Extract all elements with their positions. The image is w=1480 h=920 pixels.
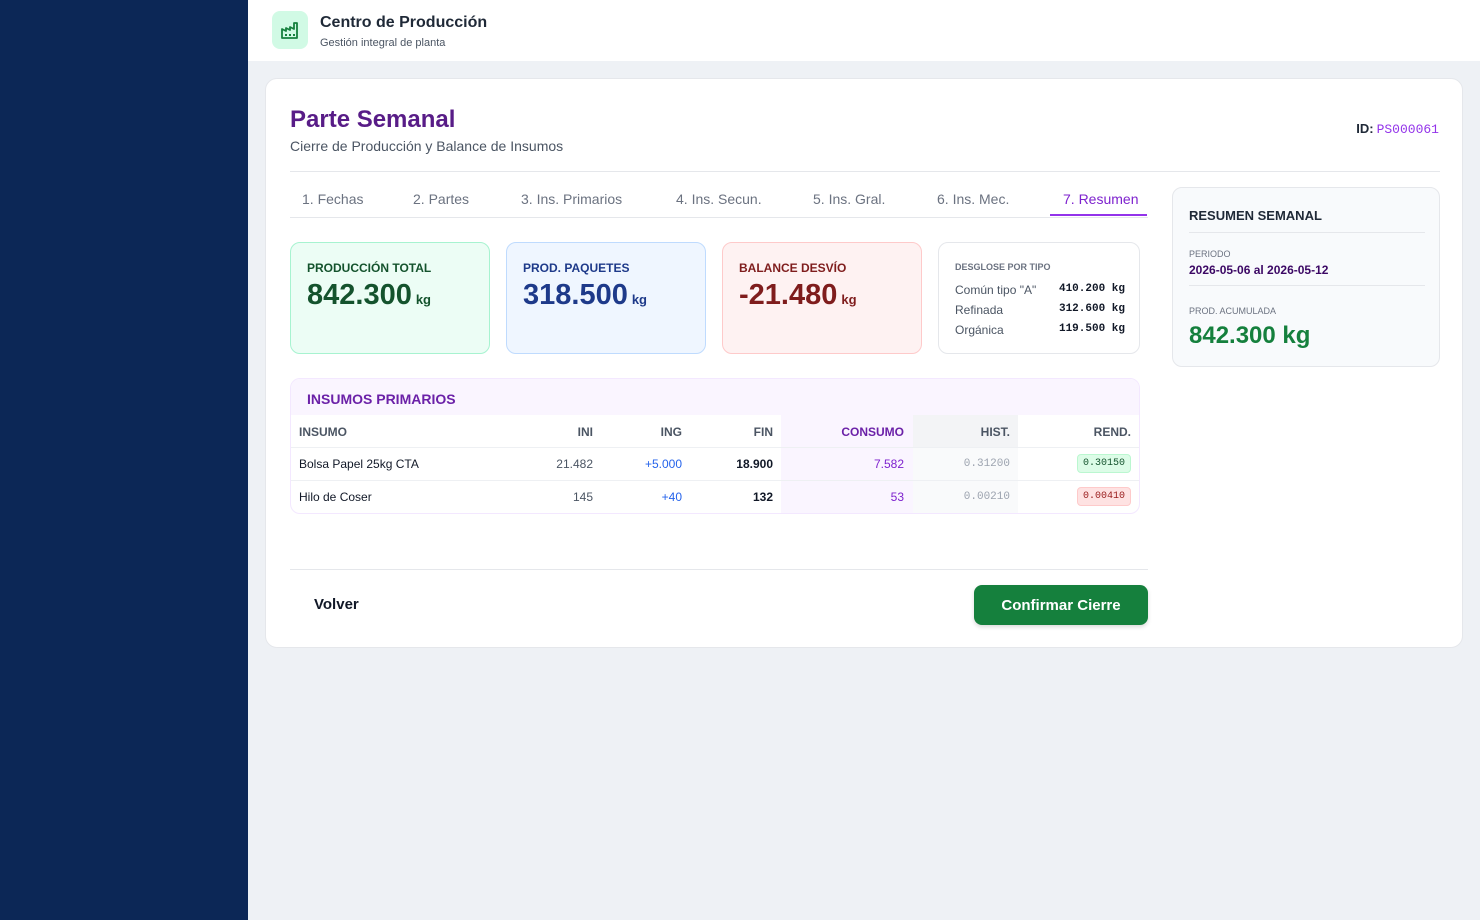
col-header-hist: HIST.: [980, 425, 1010, 439]
period-label: PERIODO: [1189, 249, 1231, 259]
document-id-label: ID:: [1356, 121, 1374, 136]
table-title: INSUMOS PRIMARIOS: [307, 391, 456, 407]
cell-ing: +40: [661, 490, 682, 504]
breakdown-row: Común tipo "A" 410.200 kg: [955, 283, 1125, 297]
tab-partes[interactable]: 2. Partes: [413, 191, 469, 207]
row-divider: [291, 480, 1139, 481]
summary-title: RESUMEN SEMANAL: [1189, 208, 1322, 223]
tab-fechas[interactable]: 1. Fechas: [302, 191, 363, 207]
header-divider: [290, 171, 1440, 172]
step-tabs: 1. Fechas 2. Partes 3. Ins. Primarios 4.…: [290, 187, 1148, 218]
top-bar: Centro de Producción Gestión integral de…: [248, 0, 1480, 61]
stat-value: 842.300 kg: [307, 279, 431, 311]
document-id-value: PS000061: [1376, 122, 1439, 137]
breakdown-row: Refinada 312.600 kg: [955, 303, 1125, 317]
cell-consumo: 7.582: [873, 457, 904, 471]
stat-label: PROD. PAQUETES: [523, 261, 630, 275]
stat-total-production: PRODUCCIÓN TOTAL 842.300 kg: [290, 242, 490, 354]
primary-inputs-table: INSUMOS PRIMARIOS INSUMO INI ING FIN CON…: [290, 378, 1140, 514]
document-id: ID: PS000061: [1356, 121, 1439, 137]
cell-hist: 0.31200: [963, 458, 1010, 470]
app-title: Centro de Producción: [320, 14, 488, 31]
cell-ini: 21.482: [556, 457, 593, 471]
breakdown-title: DESGLOSE POR TIPO: [955, 262, 1051, 272]
accumulated-value: 842.300 kg: [1189, 322, 1311, 349]
sidebar: [0, 0, 248, 920]
tab-ins-secun[interactable]: 4. Ins. Secun.: [676, 191, 762, 207]
stat-value: 318.500 kg: [523, 279, 647, 311]
page-subtitle: Cierre de Producción y Balance de Insumo…: [290, 138, 564, 154]
cell-ini: 145: [572, 490, 593, 504]
yield-badge-good: 0.30150: [1076, 454, 1131, 473]
cell-fin: 18.900: [736, 457, 773, 471]
summary-divider: [1189, 285, 1425, 286]
cell-consumo: 53: [890, 490, 904, 504]
yield-badge-bad: 0.00410: [1076, 487, 1131, 506]
tab-resumen[interactable]: 7. Resumen: [1063, 191, 1138, 207]
stat-balance-deviation: BALANCE DESVÍO -21.480 kg: [722, 242, 922, 354]
tab-ins-primarios[interactable]: 3. Ins. Primarios: [521, 191, 622, 207]
period-value: 2026-05-06 al 2026-05-12: [1189, 263, 1329, 277]
stat-value: -21.480 kg: [739, 279, 857, 311]
cell-ing: +5.000: [644, 457, 682, 471]
type-breakdown: DESGLOSE POR TIPO Común tipo "A" 410.200 …: [938, 242, 1140, 354]
accumulated-label: PROD. ACUMULADA: [1189, 306, 1277, 316]
cell-insumo: Hilo de Coser: [299, 490, 372, 504]
cell-hist: 0.00210: [963, 491, 1010, 503]
factory-icon: [272, 11, 308, 49]
breakdown-row: Orgánica 119.500 kg: [955, 323, 1125, 337]
active-tab-indicator: [1050, 214, 1147, 216]
col-header-insumo: INSUMO: [299, 425, 347, 439]
col-header-ini: INI: [577, 425, 593, 439]
footer-divider: [290, 569, 1148, 570]
col-header-ing: ING: [660, 425, 682, 439]
stat-label: BALANCE DESVÍO: [739, 261, 847, 275]
app-subtitle: Gestión integral de planta: [320, 37, 446, 49]
weekly-report-card: Parte Semanal Cierre de Producción y Bal…: [265, 78, 1463, 648]
tab-ins-gral[interactable]: 5. Ins. Gral.: [813, 191, 885, 207]
col-header-rend: REND.: [1093, 425, 1131, 439]
weekly-summary-panel: RESUMEN SEMANAL PERIODO 2026-05-06 al 20…: [1172, 187, 1440, 367]
cell-fin: 132: [752, 490, 773, 504]
col-header-fin: FIN: [753, 425, 773, 439]
main-area: Centro de Producción Gestión integral de…: [248, 0, 1480, 920]
row-divider: [291, 447, 1139, 448]
cell-insumo: Bolsa Papel 25kg CTA: [299, 457, 419, 471]
confirm-close-button[interactable]: Confirmar Cierre: [974, 585, 1148, 625]
page-title: Parte Semanal: [290, 106, 456, 133]
col-header-consumo: CONSUMO: [841, 425, 904, 439]
tab-ins-mec[interactable]: 6. Ins. Mec.: [937, 191, 1009, 207]
summary-divider: [1189, 232, 1425, 233]
stat-packages-production: PROD. PAQUETES 318.500 kg: [506, 242, 706, 354]
back-button[interactable]: Volver: [314, 596, 359, 613]
stat-label: PRODUCCIÓN TOTAL: [307, 261, 432, 275]
